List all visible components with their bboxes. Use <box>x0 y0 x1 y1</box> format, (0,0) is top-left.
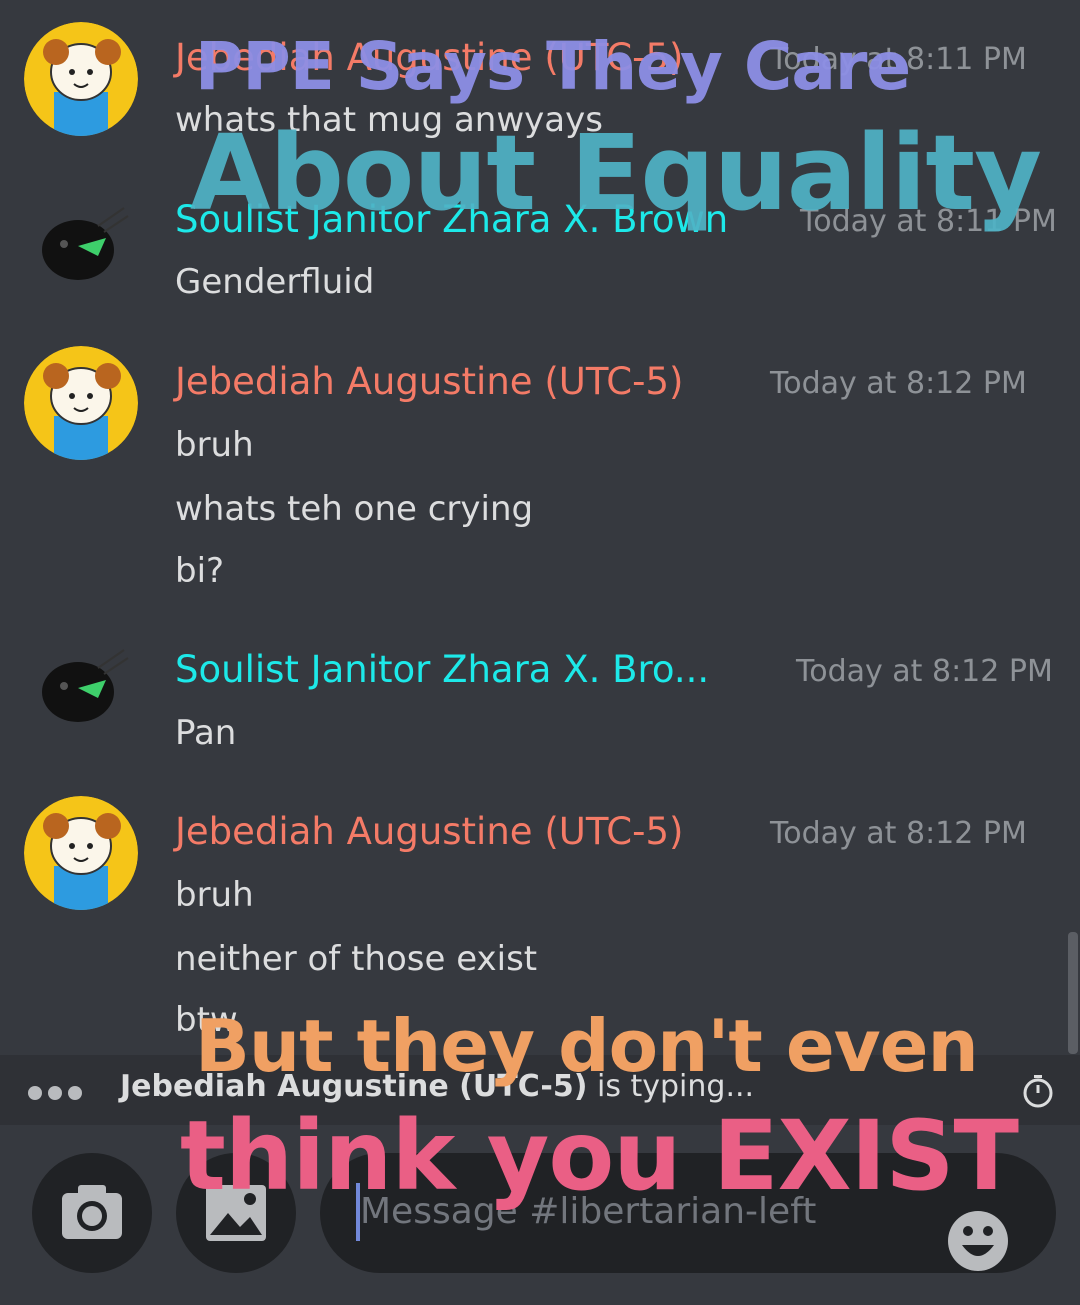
avatar-zhara[interactable] <box>38 640 130 732</box>
author-name[interactable]: Soulist Janitor Zhara X. Bro... <box>175 648 709 691</box>
scrollbar[interactable] <box>1068 932 1078 1054</box>
message-text: bruh <box>175 425 254 465</box>
message-timestamp: Today at 8:12 PM <box>796 654 1053 689</box>
camera-button[interactable] <box>32 1153 152 1273</box>
author-name[interactable]: Jebediah Augustine (UTC-5) <box>175 360 683 403</box>
stopwatch-icon[interactable] <box>1020 1073 1056 1113</box>
avatar-jebediah[interactable] <box>24 796 138 910</box>
message-timestamp: Today at 8:12 PM <box>770 816 1027 851</box>
avatar-zhara[interactable] <box>38 198 130 290</box>
message-text: neither of those exist <box>175 939 538 979</box>
avatar-jebediah[interactable] <box>24 22 138 136</box>
author-name[interactable]: Jebediah Augustine (UTC-5) <box>175 810 683 853</box>
message-text: whats teh one crying <box>175 489 534 529</box>
meme-caption-top-line2: About Equality <box>190 112 1042 234</box>
meme-caption-top-line1: PPE Says They Care <box>195 28 911 105</box>
meme-caption-bottom-line1: But they don't even <box>195 1004 979 1088</box>
message-text: bruh <box>175 875 254 915</box>
meme-caption-bottom-line2: think you EXIST <box>180 1100 1019 1212</box>
message-text: bi? <box>175 551 225 591</box>
message-timestamp: Today at 8:12 PM <box>770 366 1027 401</box>
avatar-jebediah[interactable] <box>24 346 138 460</box>
typing-dots-icon <box>28 1085 88 1104</box>
camera-icon <box>62 1185 122 1239</box>
message-text: Genderfluid <box>175 262 375 302</box>
message-text: Pan <box>175 713 237 753</box>
